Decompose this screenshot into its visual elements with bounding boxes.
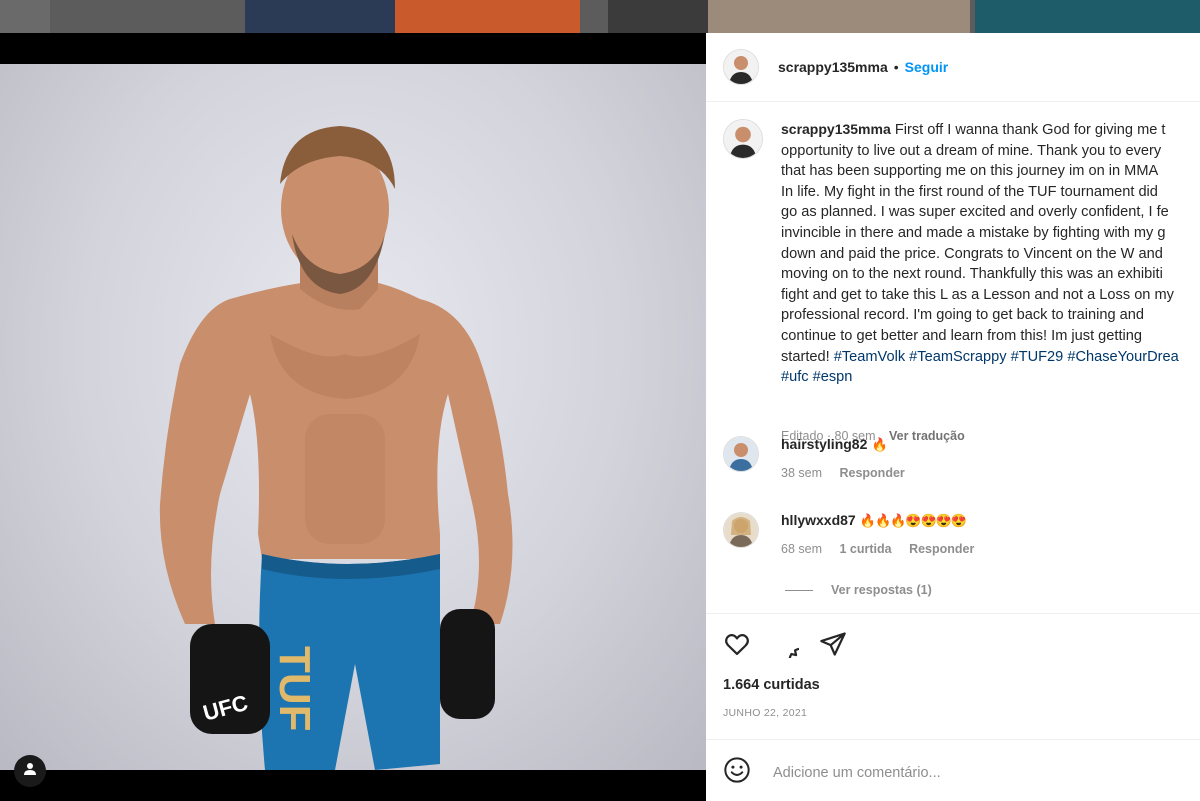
bg-block bbox=[245, 0, 395, 33]
comment-text: 🔥 bbox=[871, 437, 887, 452]
bg-block bbox=[395, 0, 580, 33]
bg-block bbox=[608, 0, 708, 33]
reply-button[interactable]: Responder bbox=[839, 466, 904, 480]
post-actions bbox=[723, 630, 847, 673]
avatar[interactable] bbox=[723, 512, 759, 548]
user-tag-button[interactable] bbox=[14, 755, 46, 787]
comment-username[interactable]: hairstyling82 bbox=[781, 436, 867, 452]
comment-text: 🔥🔥🔥😍😍😍😍 bbox=[859, 513, 967, 528]
translate-link[interactable]: Ver tradução bbox=[889, 429, 965, 443]
reply-button[interactable]: Responder bbox=[909, 542, 974, 556]
shorts-logo: TUF bbox=[270, 646, 319, 732]
divider bbox=[706, 739, 1200, 740]
bg-block bbox=[0, 0, 50, 33]
post-username[interactable]: scrappy135mma bbox=[778, 59, 888, 75]
emoji-icon[interactable] bbox=[723, 756, 751, 789]
add-comment-bar bbox=[723, 756, 1155, 789]
view-replies-button[interactable]: Ver respostas (1) bbox=[785, 583, 932, 597]
comment-icon[interactable] bbox=[771, 630, 814, 673]
follow-button[interactable]: Seguir bbox=[905, 59, 949, 75]
post-date[interactable]: JUNHO 22, 2021 bbox=[723, 707, 807, 719]
caption-text: First off I wanna thank God for giving m… bbox=[781, 122, 1174, 365]
comment-username[interactable]: hllywxxd87 bbox=[781, 512, 856, 528]
replies-divider bbox=[785, 589, 813, 591]
comment-input[interactable] bbox=[771, 763, 1155, 782]
comment-likes[interactable]: 1 curtida bbox=[839, 542, 891, 556]
separator-dot: • bbox=[893, 59, 899, 75]
background-page-strip bbox=[0, 0, 1200, 33]
comment-time: 38 sem bbox=[781, 466, 822, 480]
likes-count[interactable]: 1.664 curtidas bbox=[723, 677, 820, 693]
caption-text-block: scrappy135mma First off I wanna thank Go… bbox=[781, 119, 1200, 388]
heart-icon[interactable] bbox=[723, 630, 751, 663]
comment-time: 68 sem bbox=[781, 542, 822, 556]
post-header: scrappy135mma • Seguir bbox=[706, 33, 1200, 102]
avatar[interactable] bbox=[723, 436, 759, 472]
bg-block bbox=[708, 0, 970, 33]
caption-hashtags[interactable]: #TeamVolk #TeamScrappy #TUF29 #ChaseYour… bbox=[781, 349, 1179, 386]
post-photo[interactable]: TUF UFC bbox=[0, 64, 706, 770]
fighter-illustration: TUF UFC bbox=[159, 126, 513, 770]
avatar[interactable] bbox=[723, 119, 763, 159]
post-modal: TUF UFC scrappy135mma • Seguir scrappy13… bbox=[0, 33, 1200, 801]
user-icon bbox=[23, 762, 37, 781]
bg-block bbox=[975, 0, 1200, 33]
photo-pane: TUF UFC bbox=[0, 33, 706, 801]
avatar[interactable] bbox=[723, 49, 759, 85]
share-icon[interactable] bbox=[819, 630, 847, 663]
view-replies-label: Ver respostas (1) bbox=[831, 583, 932, 597]
post-side-panel: scrappy135mma • Seguir scrappy135mma Fir… bbox=[706, 33, 1200, 801]
caption-username[interactable]: scrappy135mma bbox=[781, 121, 891, 137]
divider bbox=[706, 613, 1200, 614]
